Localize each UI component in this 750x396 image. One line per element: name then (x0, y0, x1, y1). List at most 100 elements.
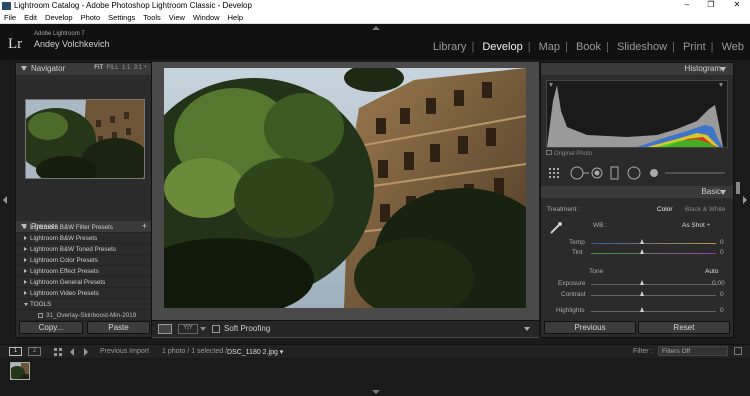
second-window-button[interactable]: 2 (28, 347, 41, 356)
preset-folder[interactable]: Lightroom B&W Toned Presets (16, 244, 151, 255)
module-develop[interactable]: Develop (482, 41, 522, 53)
preset-folder[interactable]: Lightroom Effect Presets (16, 266, 151, 277)
preset-folder[interactable]: Lightroom B&W Presets (16, 233, 151, 244)
chevron-down-icon[interactable] (200, 327, 206, 331)
navigator-preview[interactable] (25, 99, 145, 179)
menu-window[interactable]: Window (189, 12, 224, 23)
copy-button[interactable]: Copy... (19, 321, 83, 334)
filter-lock-icon[interactable] (734, 347, 742, 355)
tint-value[interactable]: 0 (720, 249, 724, 256)
contrast-value[interactable]: 0 (720, 291, 724, 298)
checkbox-icon[interactable] (546, 150, 552, 155)
collapse-icon (720, 67, 726, 72)
maximize-button[interactable]: ❐ (704, 0, 718, 9)
histogram-graph[interactable] (546, 80, 728, 148)
temp-slider-thumb[interactable] (640, 239, 644, 244)
minimize-button[interactable]: – (680, 0, 694, 9)
radial-filter-icon[interactable] (627, 165, 641, 179)
nav-fit[interactable]: FIT (94, 65, 103, 71)
nav-ratio[interactable]: 3:1 ÷ (134, 65, 147, 71)
menu-help[interactable]: Help (224, 12, 247, 23)
menu-bar: File Edit Develop Photo Settings Tools View Win… (0, 12, 750, 24)
highlights-value[interactable]: 0 (720, 307, 724, 314)
preset-icon (38, 313, 43, 318)
top-panel-toggle-icon[interactable] (372, 26, 380, 30)
grid-icon[interactable] (54, 348, 62, 356)
module-library[interactable]: Library (433, 41, 467, 53)
preset-folder-tools[interactable]: TOOLS (16, 299, 151, 310)
temp-value[interactable]: 0 (720, 239, 724, 246)
toolbar-menu-icon[interactable] (524, 327, 530, 331)
image-canvas (152, 62, 539, 338)
reset-button[interactable]: Reset (638, 321, 730, 334)
menu-photo[interactable]: Photo (77, 12, 105, 23)
basic-header[interactable]: Basic (541, 186, 733, 198)
contrast-slider-thumb[interactable] (640, 291, 644, 296)
module-web[interactable]: Web (722, 41, 744, 53)
forward-arrow-icon[interactable] (84, 348, 88, 356)
nav-fill[interactable]: FILL (107, 65, 119, 71)
menu-file[interactable]: File (0, 12, 20, 23)
exposure-slider-thumb[interactable] (640, 280, 644, 285)
treatment-color[interactable]: Color (657, 206, 673, 213)
main-window-button[interactable]: 1 (9, 347, 22, 356)
contrast-slider-track[interactable] (591, 295, 716, 296)
adjustment-brush-icon[interactable] (649, 165, 659, 179)
spot-removal-icon[interactable] (570, 165, 590, 179)
source-label[interactable]: Previous Import (100, 348, 149, 355)
tint-slider-track[interactable] (591, 253, 716, 254)
left-panel-toggle-icon[interactable] (3, 196, 7, 204)
filter-select[interactable]: Filters Off (658, 346, 728, 356)
wb-select[interactable]: As Shot ÷ (682, 222, 710, 229)
right-panel-scrollbar[interactable] (736, 182, 740, 194)
nav-1to1[interactable]: 1:1 (122, 65, 130, 71)
module-picker: Library | Develop | Map | Book | Slideshow | … (432, 41, 744, 53)
module-book[interactable]: Book (576, 41, 601, 53)
filename[interactable]: DSC_1180 2.jpg ▾ (227, 348, 283, 356)
eyedropper-icon[interactable] (549, 221, 563, 235)
crop-tool-icon[interactable] (549, 165, 559, 179)
exposure-value[interactable]: 0,00 (712, 280, 725, 287)
loupe-view-icon[interactable] (158, 324, 172, 334)
auto-tone-button[interactable]: Auto (705, 268, 718, 275)
graduated-filter-icon[interactable] (610, 165, 620, 179)
left-panel: Navigator FIT FILL 1:1 3:1 ÷ Presets + L… (15, 62, 152, 338)
previous-button[interactable]: Previous (544, 321, 636, 334)
histogram-header[interactable]: Histogram (541, 63, 733, 75)
bottom-panel-toggle-icon[interactable] (372, 390, 380, 394)
preset-folder[interactable]: Lightroom General Presets (16, 277, 151, 288)
highlights-slider-track[interactable] (591, 311, 716, 312)
right-panel-toggle-icon[interactable] (743, 196, 747, 204)
red-eye-icon[interactable] (591, 165, 603, 179)
filmstrip-thumbnail[interactable] (10, 362, 30, 380)
treatment-bw[interactable]: Black & White (685, 206, 725, 213)
menu-edit[interactable]: Edit (20, 12, 41, 23)
preset-folder[interactable]: Lightroom Color Presets (16, 255, 151, 266)
module-slideshow[interactable]: Slideshow (617, 41, 667, 53)
main-photo[interactable] (164, 68, 526, 308)
collapse-icon (720, 190, 726, 195)
preset-item[interactable]: 31_Overlay-Skinboost-Min-2019 (16, 310, 151, 321)
menu-tools[interactable]: Tools (139, 12, 165, 23)
paste-button[interactable]: Paste (87, 321, 150, 334)
preset-folder[interactable]: Lightroom B&W Filter Presets (16, 222, 151, 233)
highlights-slider-thumb[interactable] (640, 307, 644, 312)
close-button[interactable]: ✕ (730, 0, 744, 9)
menu-develop[interactable]: Develop (41, 12, 77, 23)
module-map[interactable]: Map (539, 41, 560, 53)
module-print[interactable]: Print (683, 41, 706, 53)
navigator-title: Navigator (31, 64, 66, 73)
soft-proofing-checkbox[interactable] (212, 325, 220, 333)
filmstrip-header: 1 2 Previous Import 1 photo / 1 selected… (0, 344, 750, 358)
user-name: Andey Volchkevich (34, 39, 110, 49)
menu-settings[interactable]: Settings (104, 12, 139, 23)
histogram-title: Histogram (684, 64, 721, 73)
preset-folder[interactable]: Lightroom Video Presets (16, 288, 151, 299)
back-arrow-icon[interactable] (70, 348, 74, 356)
menu-view[interactable]: View (165, 12, 189, 23)
tint-slider-thumb[interactable] (640, 249, 644, 254)
navigator-header[interactable]: Navigator FIT FILL 1:1 3:1 ÷ (16, 63, 151, 75)
before-after-button[interactable]: Y|Y (178, 324, 198, 334)
exposure-slider-track[interactable] (591, 284, 716, 285)
temp-slider-track[interactable] (591, 243, 716, 244)
